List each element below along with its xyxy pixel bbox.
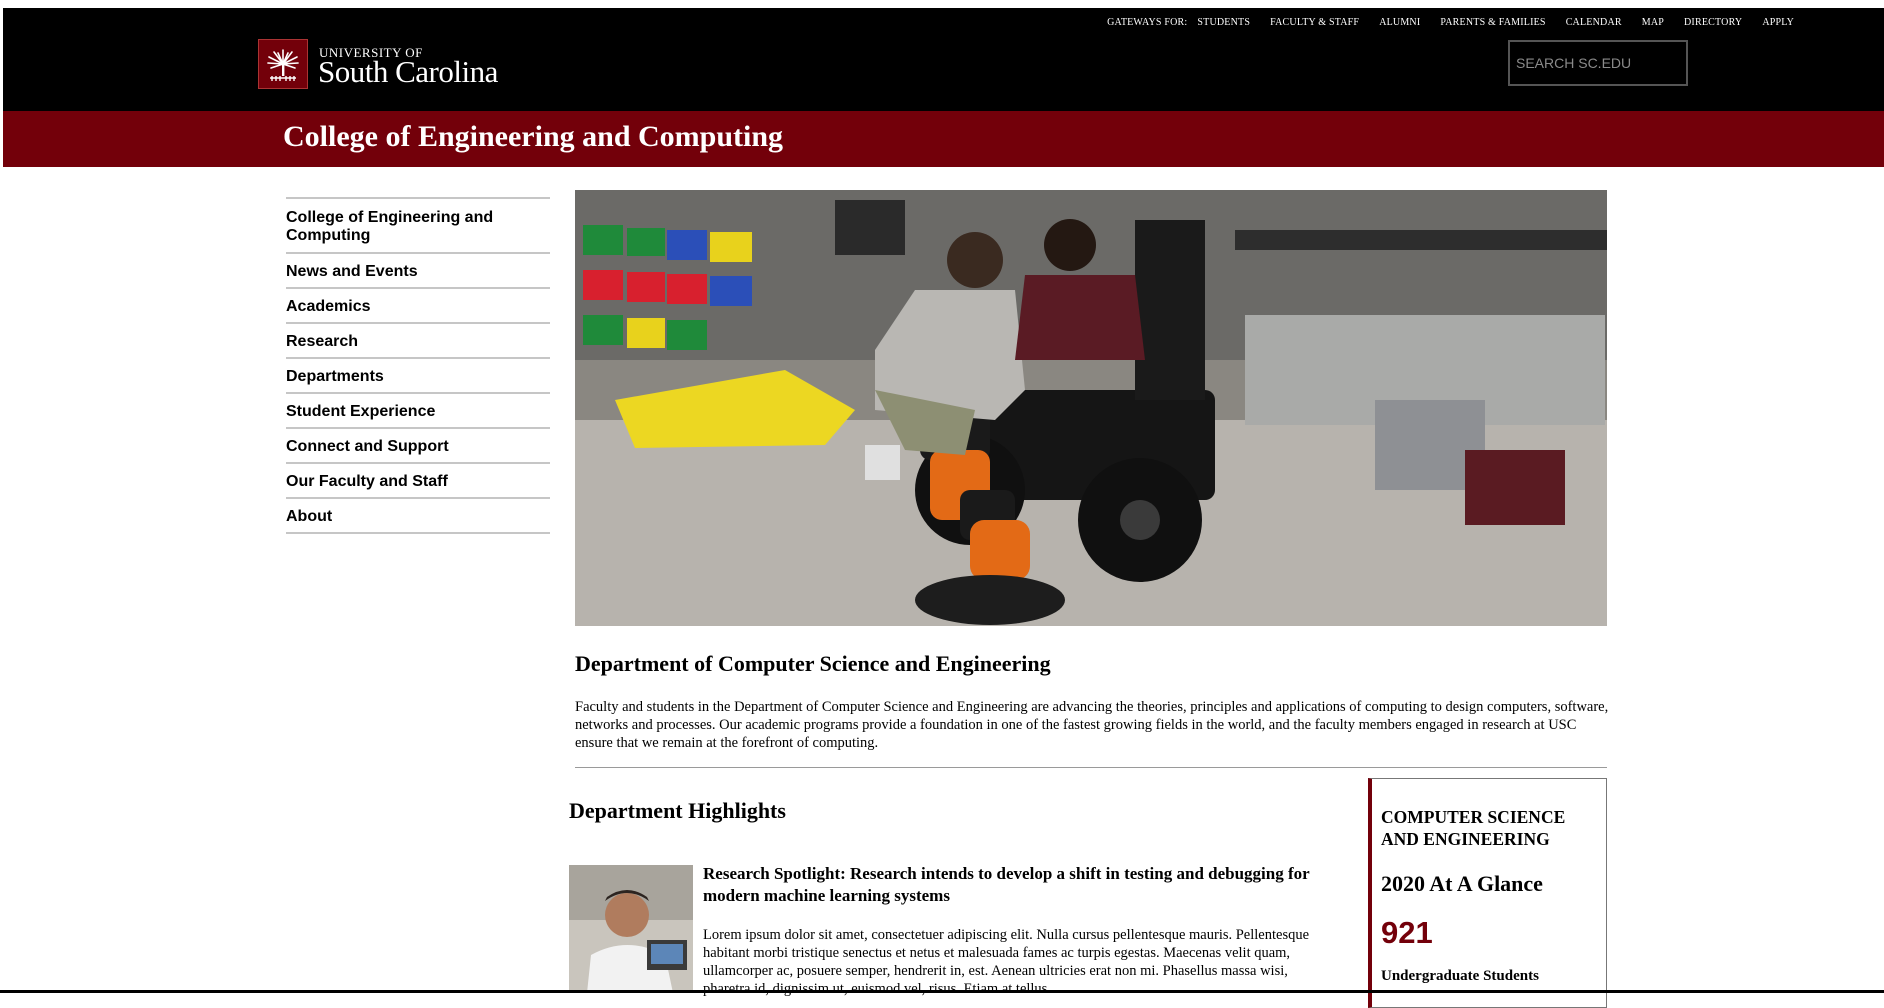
gateway-link-apply[interactable]: APPLY xyxy=(1762,17,1794,28)
gateway-link-calendar[interactable]: CALENDAR xyxy=(1566,17,1622,28)
college-title[interactable]: College of Engineering and Computing xyxy=(283,120,783,154)
gateway-link-parents-families[interactable]: PARENTS & FAMILIES xyxy=(1440,17,1545,28)
gateway-link-directory[interactable]: DIRECTORY xyxy=(1684,17,1742,28)
spotlight-photo[interactable] xyxy=(569,865,693,993)
palmetto-tree-icon[interactable] xyxy=(258,39,308,89)
spotlight-title-link[interactable]: Research Spotlight: Research intends to … xyxy=(703,863,1348,907)
glance-stat-label: Undergraduate Students xyxy=(1381,968,1539,984)
sidebar-nav: College of Engineering and Computing New… xyxy=(286,197,550,534)
sidebar-item-departments[interactable]: Departments xyxy=(286,359,550,394)
sidebar-item-student-experience[interactable]: Student Experience xyxy=(286,394,550,429)
glance-heading: COMPUTER SCIENCE AND ENGINEERING xyxy=(1381,807,1566,849)
at-a-glance-panel: COMPUTER SCIENCE AND ENGINEERING 2020 At… xyxy=(1368,778,1607,1008)
glance-stat-value: 921 xyxy=(1381,915,1433,950)
gateway-link-map[interactable]: MAP xyxy=(1642,17,1664,28)
gateway-link-alumni[interactable]: ALUMNI xyxy=(1379,17,1420,28)
hero-image xyxy=(575,190,1607,626)
gateway-nav: GATEWAYS FOR: STUDENTS FACULTY & STAFF A… xyxy=(1107,17,1794,28)
sidebar-item-news-events[interactable]: News and Events xyxy=(286,254,550,289)
sidebar-item-academics[interactable]: Academics xyxy=(286,289,550,324)
gateway-link-faculty-staff[interactable]: FACULTY & STAFF xyxy=(1270,17,1359,28)
dept-title: Department of Computer Science and Engin… xyxy=(575,651,1051,676)
sidebar-item-faculty-staff[interactable]: Our Faculty and Staff xyxy=(286,464,550,499)
sidebar-item-college[interactable]: College of Engineering and Computing xyxy=(286,199,550,254)
sidebar-item-connect-support[interactable]: Connect and Support xyxy=(286,429,550,464)
dept-description: Faculty and students in the Department o… xyxy=(575,699,1609,751)
gateway-link-students[interactable]: STUDENTS xyxy=(1197,17,1250,28)
sidebar-item-research[interactable]: Research xyxy=(286,324,550,359)
search-input[interactable] xyxy=(1508,40,1688,86)
sidebar-item-about[interactable]: About xyxy=(286,499,550,534)
highlights-title: Department Highlights xyxy=(569,798,786,823)
glance-subheading: 2020 At A Glance xyxy=(1381,871,1543,896)
gateways-label: GATEWAYS FOR: xyxy=(1107,17,1188,28)
section-divider xyxy=(575,767,1607,768)
spotlight-body: Lorem ipsum dolor sit amet, consectetuer… xyxy=(703,927,1310,997)
logo-south-carolina[interactable]: South Carolina xyxy=(318,54,498,90)
